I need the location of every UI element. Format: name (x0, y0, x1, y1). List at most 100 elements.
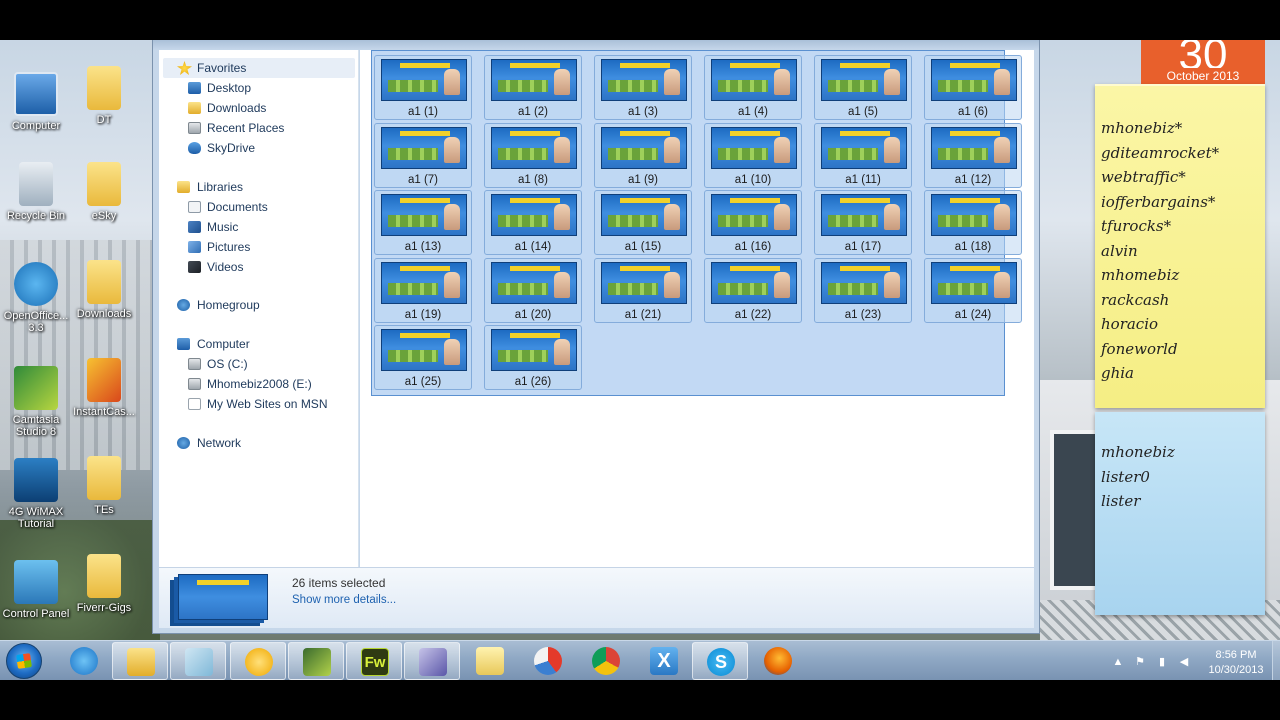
file-item[interactable]: a1 (9) (594, 122, 692, 188)
taskbar-filezilla[interactable] (520, 642, 576, 680)
file-name: a1 (12) (954, 173, 992, 186)
desktop[interactable]: Computer DT Recycle Bin eSky OpenOffice.… (0, 40, 1280, 640)
file-item[interactable]: a1 (7) (374, 122, 472, 188)
file-item[interactable]: a1 (11) (814, 122, 912, 188)
file-item[interactable]: a1 (24) (924, 257, 1022, 323)
camtasia-icon (14, 366, 58, 410)
nav-item-computer[interactable]: Computer (159, 334, 359, 354)
file-item[interactable]: a1 (2) (484, 55, 582, 120)
sticky-note-line: foneworld (1101, 339, 1178, 358)
thumbnail-person (884, 271, 900, 298)
nav-item-my-web-sites[interactable]: My Web Sites on MSN (159, 394, 359, 414)
start-button[interactable] (6, 643, 42, 679)
clock-date[interactable]: 10/30/2013 (1201, 664, 1271, 676)
taskbar-camtasia[interactable] (288, 642, 344, 680)
nav-item-libraries[interactable]: Libraries (159, 177, 359, 197)
show-desktop-button[interactable] (1272, 641, 1280, 681)
nav-item-homegroup[interactable]: Homegroup (159, 295, 359, 315)
file-item[interactable]: a1 (3) (594, 55, 692, 120)
desktop-icon-recycle-bin[interactable]: Recycle Bin (0, 162, 72, 222)
taskbar-folder[interactable] (462, 642, 518, 680)
taskbar-fireworks[interactable]: Fw (346, 642, 402, 680)
image-thumbnail (381, 261, 467, 304)
file-item[interactable]: a1 (20) (484, 257, 582, 323)
desktop-icon-camtasia[interactable]: Camtasia Studio 8 (0, 366, 72, 438)
file-item[interactable]: a1 (15) (594, 190, 692, 255)
nav-item-recent-places[interactable]: Recent Places (159, 118, 359, 138)
nav-item-label: Computer (197, 337, 250, 351)
calendar-gadget[interactable]: 30 October 2013 (1141, 40, 1265, 84)
show-hidden-icons-icon[interactable]: ▲ (1112, 656, 1124, 668)
desktop-icon-downloads[interactable]: Downloads (68, 260, 140, 320)
nav-item-downloads[interactable]: Downloads (159, 98, 359, 118)
nav-item-videos[interactable]: Videos (159, 257, 359, 277)
file-item[interactable]: a1 (13) (374, 190, 472, 255)
file-list[interactable]: a1 (1) a1 (2) a1 (3) a1 (4) a1 (5) a1 (6) a1 (… (360, 50, 1034, 567)
file-item[interactable]: a1 (12) (924, 122, 1022, 188)
file-item[interactable]: a1 (14) (484, 190, 582, 255)
taskbar-internet-explorer[interactable] (56, 642, 112, 680)
file-item[interactable]: a1 (8) (484, 122, 582, 188)
sticky-note-blue[interactable]: mhonebiz lister0 lister (1095, 412, 1265, 615)
homegroup-icon (177, 299, 190, 311)
file-name: a1 (25) (404, 376, 442, 388)
file-item[interactable]: a1 (17) (814, 190, 912, 255)
explorer-window[interactable]: Favorites Desktop Downloads Recent Place… (152, 40, 1040, 634)
nav-item-favorites[interactable]: Favorites (163, 58, 355, 78)
file-item[interactable]: a1 (25) (374, 325, 472, 390)
file-item[interactable]: a1 (16) (704, 190, 802, 255)
taskbar-skype[interactable]: S (692, 642, 748, 680)
nav-item-documents[interactable]: Documents (159, 197, 359, 217)
nav-item-skydrive[interactable]: SkyDrive (159, 138, 359, 158)
sticky-note-yellow[interactable]: mhonebiz* gditeamrocket* webtraffic* iof… (1095, 84, 1265, 408)
show-more-details-link[interactable]: Show more details... (292, 594, 396, 606)
desktop-icon-4g-wimax[interactable]: 4G WiMAX Tutorial (0, 458, 72, 530)
nav-item-os-c[interactable]: OS (C:) (159, 354, 359, 374)
file-item[interactable]: a1 (19) (374, 257, 472, 323)
file-item[interactable]: a1 (26) (484, 325, 582, 390)
flag-icon[interactable]: ⚑ (1134, 656, 1146, 668)
nav-item-desktop[interactable]: Desktop (159, 78, 359, 98)
desktop-icon-dt[interactable]: DT (68, 66, 140, 126)
desktop-icon-openoffice[interactable]: OpenOffice... 3.3 (0, 262, 72, 334)
file-item[interactable]: a1 (1) (374, 55, 472, 120)
desktop-icon-control-panel[interactable]: Control Panel (0, 560, 72, 620)
taskbar-notepad[interactable] (170, 642, 226, 680)
file-item[interactable]: a1 (22) (704, 257, 802, 323)
desktop-icon-esky[interactable]: eSky (68, 162, 140, 222)
instantcash-icon (87, 358, 121, 402)
nav-item-label: Favorites (197, 61, 247, 75)
file-item[interactable]: a1 (21) (594, 257, 692, 323)
taskbar-app[interactable] (404, 642, 460, 680)
volume-icon[interactable]: ◀ (1178, 656, 1190, 668)
file-name: a1 (17) (844, 241, 882, 253)
file-item[interactable]: a1 (6) (924, 55, 1022, 120)
file-item[interactable]: a1 (23) (814, 257, 912, 323)
desktop-icon-fiverr-gigs[interactable]: Fiverr-Gigs (68, 554, 140, 614)
power-icon[interactable]: ▮ (1156, 656, 1168, 668)
thumbnail-person (444, 339, 460, 365)
desktop-icon-computer[interactable]: Computer (0, 72, 72, 132)
taskbar-messenger[interactable] (230, 642, 286, 680)
nav-item-network[interactable]: Network (159, 433, 359, 453)
taskbar-x-app[interactable]: X (636, 642, 692, 680)
thumbnail-person (444, 204, 460, 230)
nav-item-mhomebiz-e[interactable]: Mhomebiz2008 (E:) (159, 374, 359, 394)
desktop-icon-instantcash[interactable]: InstantCas... (68, 358, 140, 418)
taskbar-windows-explorer[interactable] (112, 642, 168, 680)
file-name: a1 (24) (954, 308, 992, 321)
desktop-icon-tes[interactable]: TEs (68, 456, 140, 516)
navigation-pane[interactable]: Favorites Desktop Downloads Recent Place… (159, 50, 359, 567)
file-item[interactable]: a1 (4) (704, 55, 802, 120)
file-item[interactable]: a1 (10) (704, 122, 802, 188)
x-icon: X (650, 647, 678, 675)
file-item[interactable]: a1 (5) (814, 55, 912, 120)
nav-item-pictures[interactable]: Pictures (159, 237, 359, 257)
clock-time[interactable]: 8:56 PM (1206, 649, 1266, 661)
image-thumbnail (491, 194, 577, 236)
taskbar-firefox[interactable] (750, 642, 806, 680)
desktop-icon-label: 4G WiMAX Tutorial (8, 506, 64, 530)
nav-item-music[interactable]: Music (159, 217, 359, 237)
file-item[interactable]: a1 (18) (924, 190, 1022, 255)
taskbar-chrome[interactable] (578, 642, 634, 680)
